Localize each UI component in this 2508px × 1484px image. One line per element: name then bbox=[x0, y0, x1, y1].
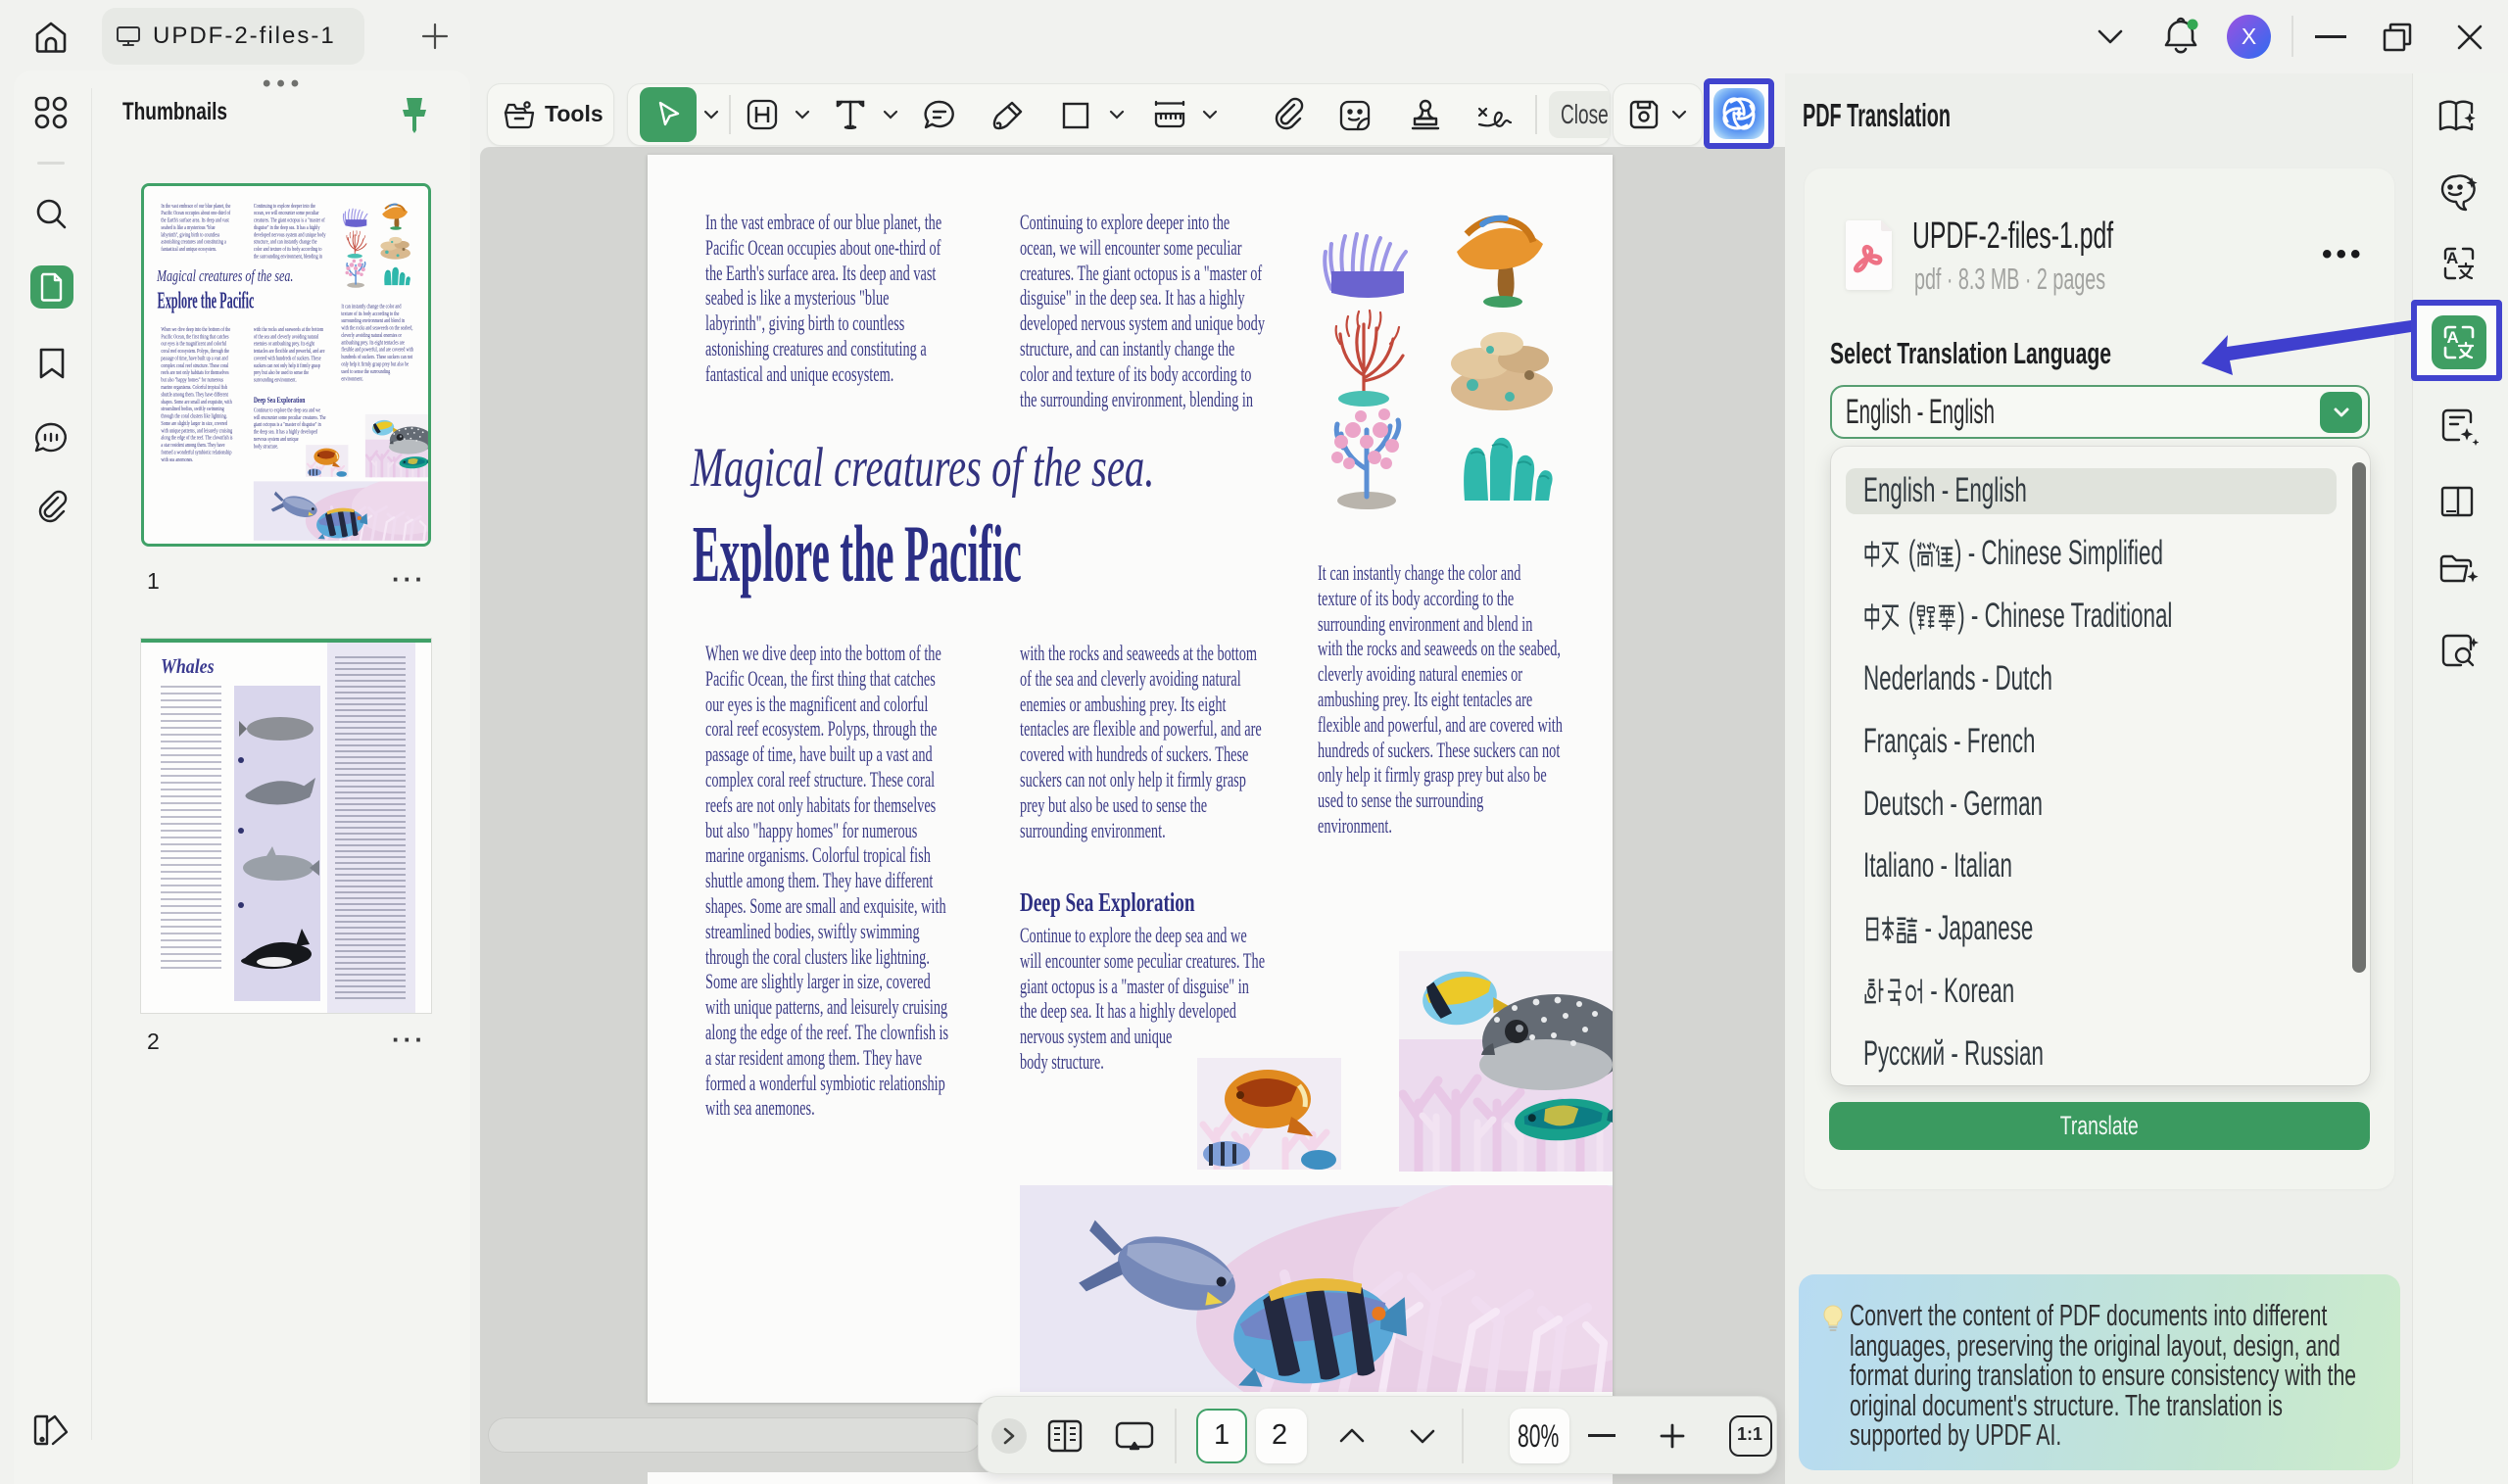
svg-text:A: A bbox=[2447, 328, 2459, 347]
svg-text:A: A bbox=[2446, 249, 2458, 267]
